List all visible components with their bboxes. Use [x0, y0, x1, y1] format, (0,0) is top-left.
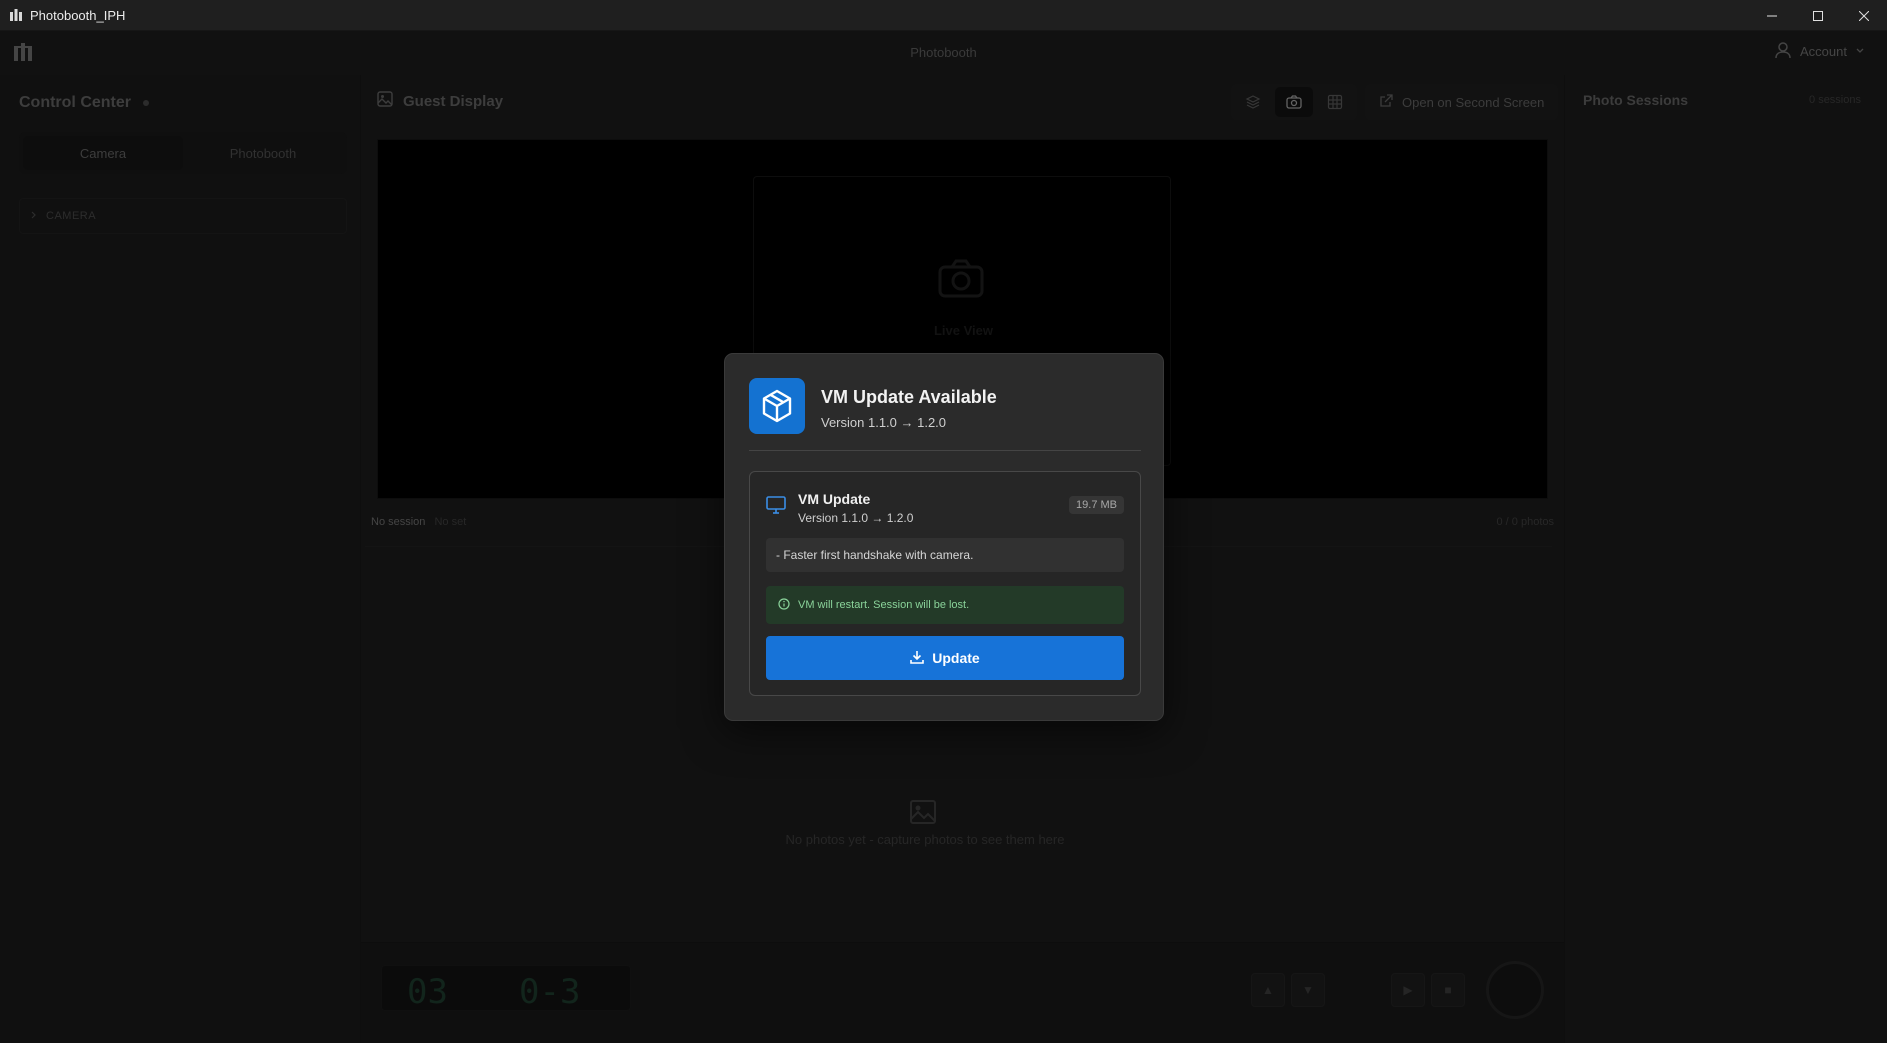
monitor-icon — [766, 496, 786, 519]
minimize-button[interactable] — [1749, 0, 1795, 31]
window-title: Photobooth_IPH — [30, 7, 126, 23]
dialog-subtitle: Version 1.1.0 → 1.2.0 — [821, 415, 947, 430]
restart-warning-text: VM will restart. Session will be lost. — [798, 599, 970, 611]
app-icon — [8, 7, 24, 23]
window-controls — [1749, 0, 1887, 31]
close-button[interactable] — [1841, 0, 1887, 31]
update-item-version: Version 1.1.0 → 1.2.0 — [798, 511, 914, 525]
window-titlebar: Photobooth_IPH — [0, 0, 1887, 31]
dialog-title: VM Update Available — [821, 387, 997, 407]
dialog-divider — [749, 450, 1141, 451]
download-icon — [910, 650, 925, 667]
package-icon — [749, 378, 805, 434]
maximize-button[interactable] — [1795, 0, 1841, 31]
restart-warning: VM will restart. Session will be lost. — [766, 586, 1124, 624]
update-dialog: VM Update Available Version 1.1.0 → 1.2.… — [724, 353, 1164, 721]
update-button-label: Update — [932, 650, 980, 666]
update-button[interactable]: Update — [766, 636, 1124, 680]
info-circle-icon — [778, 597, 790, 613]
update-size-badge: 19.7 MB — [1069, 496, 1124, 514]
update-item-name: VM Update — [798, 491, 871, 507]
update-item-card: VM Update Version 1.1.0 → 1.2.0 19.7 MB … — [749, 471, 1141, 696]
release-notes: - Faster first handshake with camera. — [766, 538, 1124, 572]
